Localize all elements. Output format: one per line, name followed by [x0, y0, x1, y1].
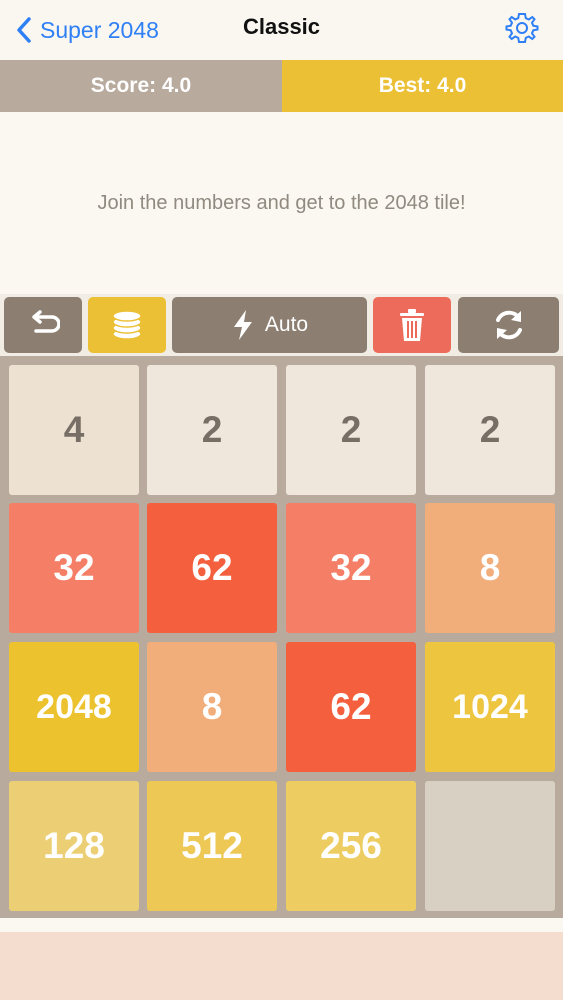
lightning-bolt-icon — [233, 310, 252, 340]
refresh-icon — [495, 310, 522, 340]
bottom-area — [0, 932, 563, 1000]
best-score-display: Best: 4.0 — [282, 60, 563, 112]
tile: 2 — [425, 365, 555, 495]
game-screen: Super 2048 Classic Score: 4.0 Best: 4.0 … — [0, 0, 563, 1000]
undo-icon — [32, 310, 60, 333]
page-title: Classic — [242, 14, 321, 39]
tile: 32 — [286, 503, 416, 633]
coins-button[interactable] — [88, 297, 166, 353]
game-toolbar: Auto — [0, 294, 563, 356]
game-board[interactable]: 4 2 2 2 32 62 32 8 2048 8 62 1024 128 512 256 — [0, 356, 563, 918]
restart-button[interactable] — [458, 297, 559, 353]
auto-play-button[interactable]: Auto — [172, 297, 367, 353]
trash-icon — [400, 309, 424, 341]
auto-play-label: Auto — [264, 313, 309, 336]
delete-button[interactable] — [373, 297, 451, 353]
tile: 128 — [9, 781, 139, 911]
score-bar: Score: 4.0 Best: 4.0 — [0, 60, 563, 112]
tile: 62 — [286, 642, 416, 772]
score-display: Score: 4.0 — [0, 60, 282, 112]
tile: 512 — [147, 781, 277, 911]
tile: 2 — [286, 365, 416, 495]
tile: 256 — [286, 781, 416, 911]
tile: 1024 — [425, 642, 555, 772]
navigation-bar: Super 2048 Classic — [0, 0, 563, 60]
tile: 62 — [147, 503, 277, 633]
tile: 8 — [147, 642, 277, 772]
tile: 32 — [9, 503, 139, 633]
tile: 4 — [9, 365, 139, 495]
tile: 2 — [147, 365, 277, 495]
board-bottom-spacer — [0, 918, 563, 932]
gear-icon[interactable] — [505, 12, 539, 46]
coins-icon — [112, 310, 142, 340]
tile: 8 — [425, 503, 555, 633]
instructions-text: Join the numbers and get to the 2048 til… — [97, 192, 466, 214]
undo-button[interactable] — [4, 297, 82, 353]
empty-tile — [425, 781, 555, 911]
tile: 2048 — [9, 642, 139, 772]
